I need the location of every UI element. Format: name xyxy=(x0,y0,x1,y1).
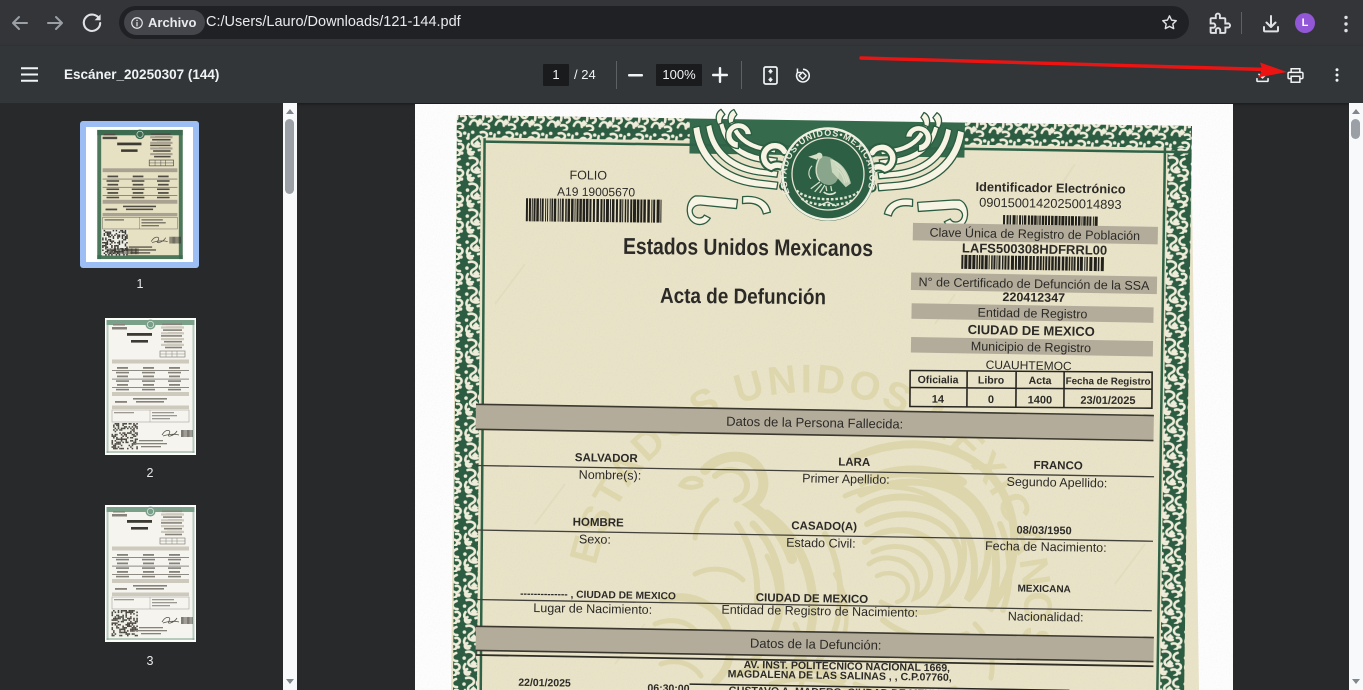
svg-text:Datos de la Persona Fallecida:: Datos de la Persona Fallecida: xyxy=(726,414,903,432)
svg-text:LAFS500308HDFRRL00: LAFS500308HDFRRL00 xyxy=(962,240,1107,257)
svg-text:1400: 1400 xyxy=(1028,394,1053,406)
svg-text:06:30:00: 06:30:00 xyxy=(647,682,689,690)
svg-text:Segundo Apellido:: Segundo Apellido: xyxy=(1006,475,1107,491)
svg-text:A19 19005670: A19 19005670 xyxy=(557,185,636,200)
svg-text:Nombre(s):: Nombre(s): xyxy=(579,468,642,483)
svg-text:Estados Unidos Mexicanos: Estados Unidos Mexicanos xyxy=(623,233,873,261)
svg-text:220412347: 220412347 xyxy=(1002,290,1065,305)
svg-text:Identificador Electrónico: Identificador Electrónico xyxy=(975,179,1125,196)
svg-text:MEXICANA: MEXICANA xyxy=(1017,583,1071,595)
svg-text:CASADO(A): CASADO(A) xyxy=(791,520,857,533)
svg-text:Sexo:: Sexo: xyxy=(579,532,611,547)
svg-text:CIUDAD DE MEXICO: CIUDAD DE MEXICO xyxy=(968,322,1095,339)
svg-text:Primer Apellido:: Primer Apellido: xyxy=(802,471,890,486)
svg-text:LARA: LARA xyxy=(838,457,870,470)
svg-text:Lugar de Nacimiento:: Lugar de Nacimiento: xyxy=(533,601,652,617)
svg-text:08/03/1950: 08/03/1950 xyxy=(1017,524,1072,537)
svg-text:Nacionalidad:: Nacionalidad: xyxy=(1008,609,1084,624)
svg-text:09015001420250014893: 09015001420250014893 xyxy=(979,195,1122,212)
svg-text:Oficialia: Oficialia xyxy=(918,374,959,386)
svg-text:Acta de Defunción: Acta de Defunción xyxy=(660,284,826,309)
svg-text:Acta: Acta xyxy=(1029,375,1052,387)
svg-text:FOLIO: FOLIO xyxy=(569,168,607,182)
svg-text:23/01/2025: 23/01/2025 xyxy=(1080,395,1135,407)
svg-text:Estado Civil:: Estado Civil: xyxy=(786,536,856,551)
svg-text:Municipio de Registro: Municipio de Registro xyxy=(971,339,1091,355)
svg-text:Fecha de Registro: Fecha de Registro xyxy=(1066,376,1151,388)
svg-text:Libro: Libro xyxy=(978,374,1004,386)
svg-text:Entidad de Registro: Entidad de Registro xyxy=(978,306,1088,322)
svg-text:SALVADOR: SALVADOR xyxy=(575,452,639,465)
svg-text:Fecha de Nacimiento:: Fecha de Nacimiento: xyxy=(985,539,1107,555)
svg-text:0: 0 xyxy=(988,394,994,406)
svg-text:FRANCO: FRANCO xyxy=(1034,460,1083,473)
svg-text:HOMBRE: HOMBRE xyxy=(573,517,625,530)
svg-text:14: 14 xyxy=(932,394,945,406)
svg-text:Datos de la Defunción:: Datos de la Defunción: xyxy=(750,636,882,653)
svg-text:22/01/2025: 22/01/2025 xyxy=(518,677,571,690)
